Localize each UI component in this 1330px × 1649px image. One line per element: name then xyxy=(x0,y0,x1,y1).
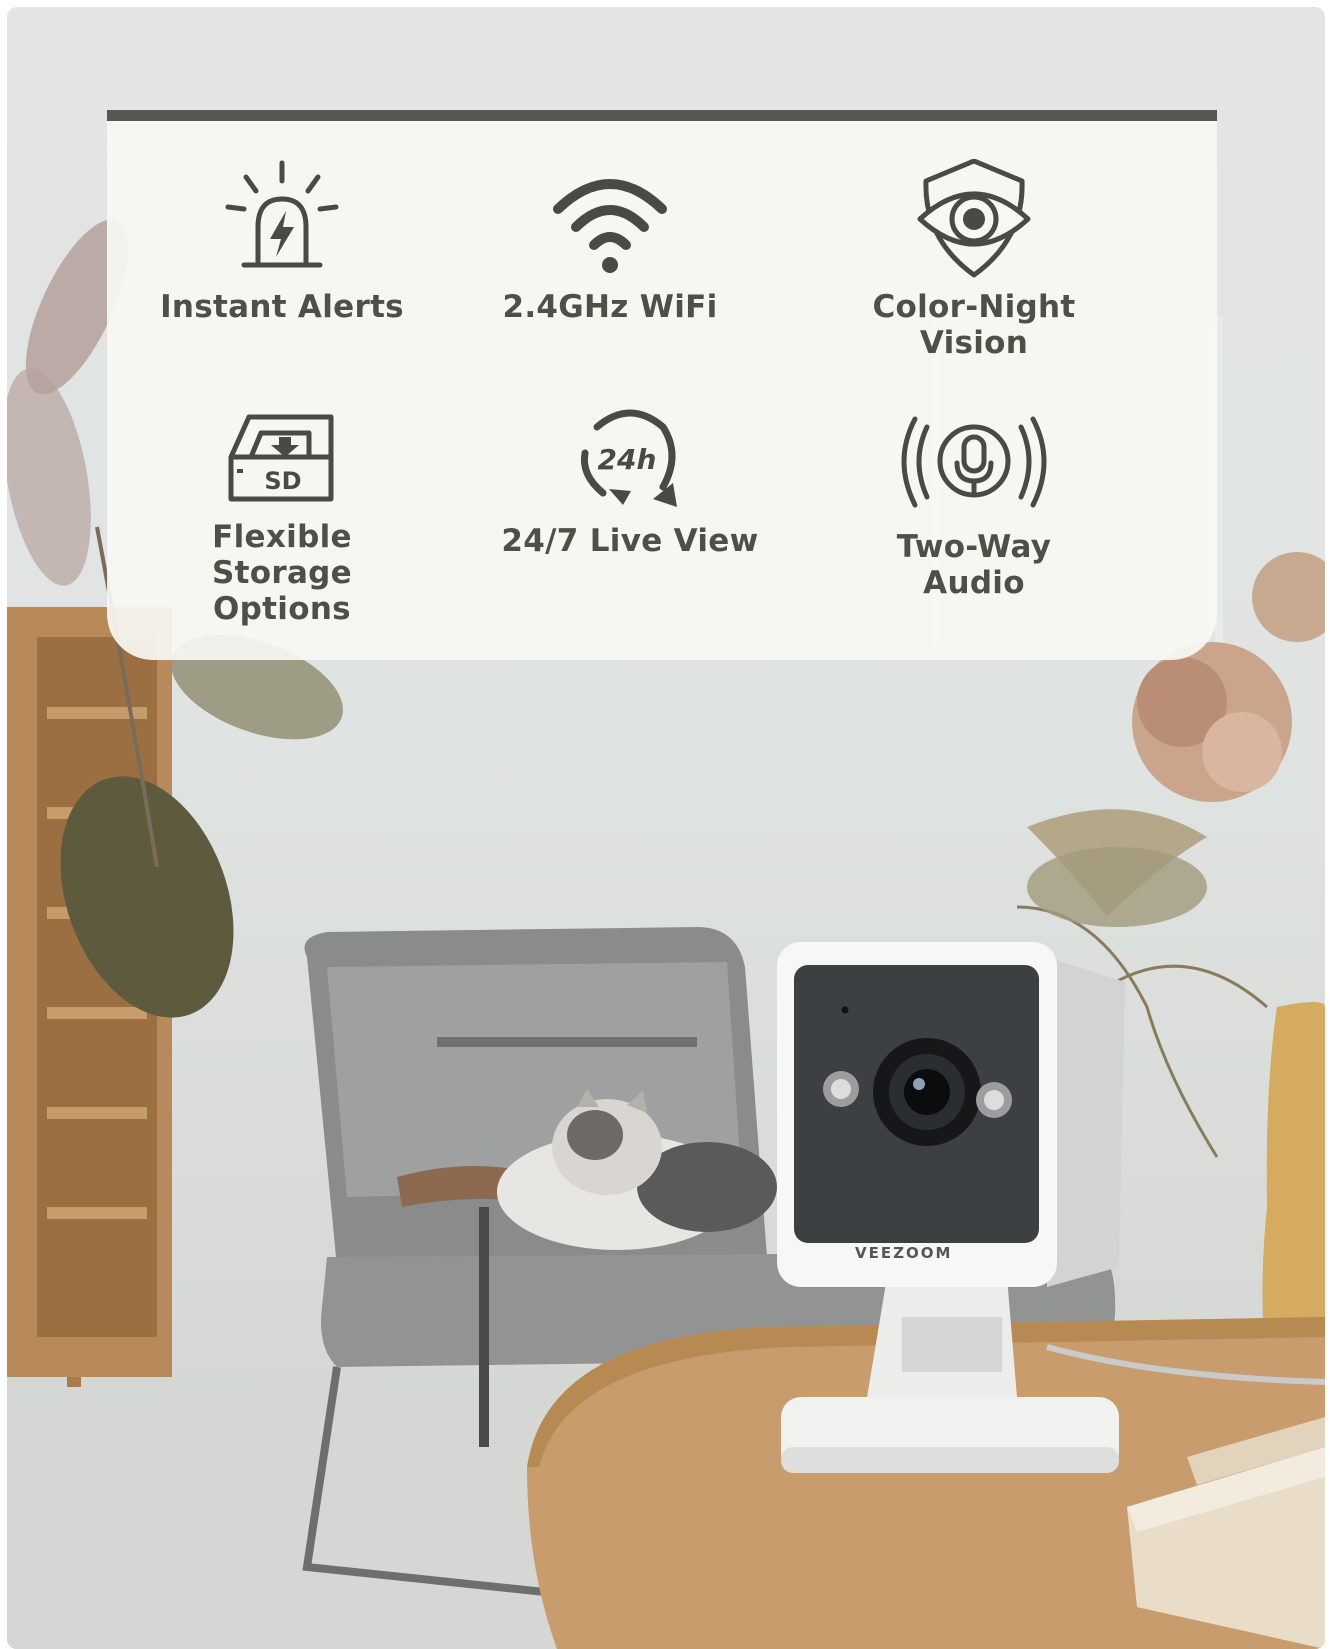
feature-instant-alerts: Instant Alerts xyxy=(152,159,412,325)
feature-label: Two-Way Audio xyxy=(896,529,1052,601)
feature-night-vision: Color-Night Vision xyxy=(844,159,1104,361)
24h-text: 24h xyxy=(598,443,657,476)
live-view-24h-icon: 24h xyxy=(580,409,677,507)
night-vision-eye-icon xyxy=(917,159,1031,278)
microphone-audio-icon xyxy=(901,416,1047,508)
feature-audio: Two-Way Audio xyxy=(844,413,1104,601)
feature-live-view: 24h 24/7 Live View xyxy=(500,403,760,559)
feature-label: Instant Alerts xyxy=(160,289,404,325)
features-panel: Instant Alerts 2.4GHz WiFi Color-Night V… xyxy=(107,110,1217,660)
sd-card-icon: SD xyxy=(228,414,334,502)
feature-label: Flexible Storage Options xyxy=(212,519,352,627)
wifi-icon xyxy=(553,179,667,273)
feature-storage: SD Flexible Storage Options xyxy=(152,413,412,627)
feature-label: Color-Night Vision xyxy=(872,289,1076,361)
feature-label: 24/7 Live View xyxy=(501,523,759,559)
feature-wifi: 2.4GHz WiFi xyxy=(480,159,740,325)
sd-text: SD xyxy=(264,467,301,495)
feature-label: 2.4GHz WiFi xyxy=(502,289,718,325)
alarm-icon xyxy=(225,160,339,268)
camera-brand-logo: VEEZOOM xyxy=(855,1244,953,1262)
